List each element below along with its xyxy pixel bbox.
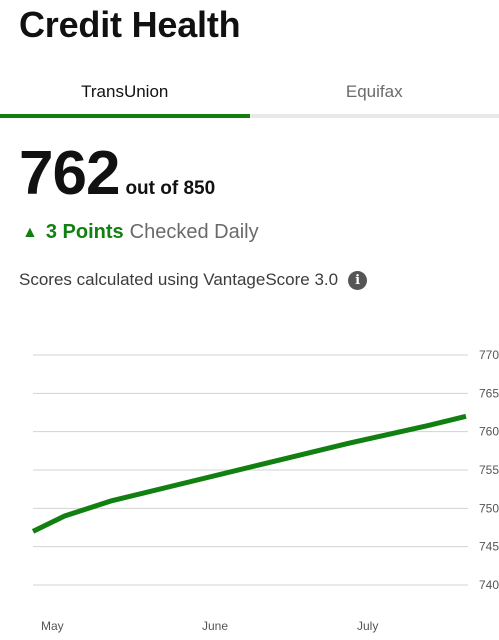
tab-transunion[interactable]: TransUnion xyxy=(0,66,250,118)
y-tick-label: 745 xyxy=(479,540,499,554)
x-tick-label: May xyxy=(41,619,64,633)
x-tick-label: July xyxy=(357,619,378,633)
score-source-text: Scores calculated using VantageScore 3.0 xyxy=(19,270,339,289)
page-title: Credit Health xyxy=(19,4,241,45)
score-change: ▲ 3 Points Checked Daily xyxy=(22,221,259,244)
y-tick-label: 750 xyxy=(479,501,499,515)
y-tick-label: 740 xyxy=(479,578,499,592)
y-tick-label: 765 xyxy=(479,386,499,400)
score-summary: 762 out of 850 xyxy=(19,138,215,209)
credit-score-value: 762 xyxy=(19,139,120,208)
change-points: 3 Points xyxy=(45,221,124,243)
tab-equifax[interactable]: Equifax xyxy=(249,66,499,118)
triangle-up-icon: ▲ xyxy=(22,223,38,241)
y-tick-label: 770 xyxy=(479,348,499,362)
score-source: Scores calculated using VantageScore 3.0… xyxy=(19,270,368,290)
change-note: Checked Daily xyxy=(129,221,259,243)
y-tick-label: 760 xyxy=(479,425,499,439)
score-series-line xyxy=(31,413,467,534)
x-tick-label: June xyxy=(202,619,228,633)
score-history-chart: 740 745 750 755 760 765 770 May June July xyxy=(31,348,499,633)
y-tick-label: 755 xyxy=(479,463,499,477)
info-icon[interactable]: i xyxy=(348,270,368,290)
bureau-tabs: TransUnion Equifax xyxy=(0,66,499,118)
score-out-of: out of 850 xyxy=(125,178,216,199)
